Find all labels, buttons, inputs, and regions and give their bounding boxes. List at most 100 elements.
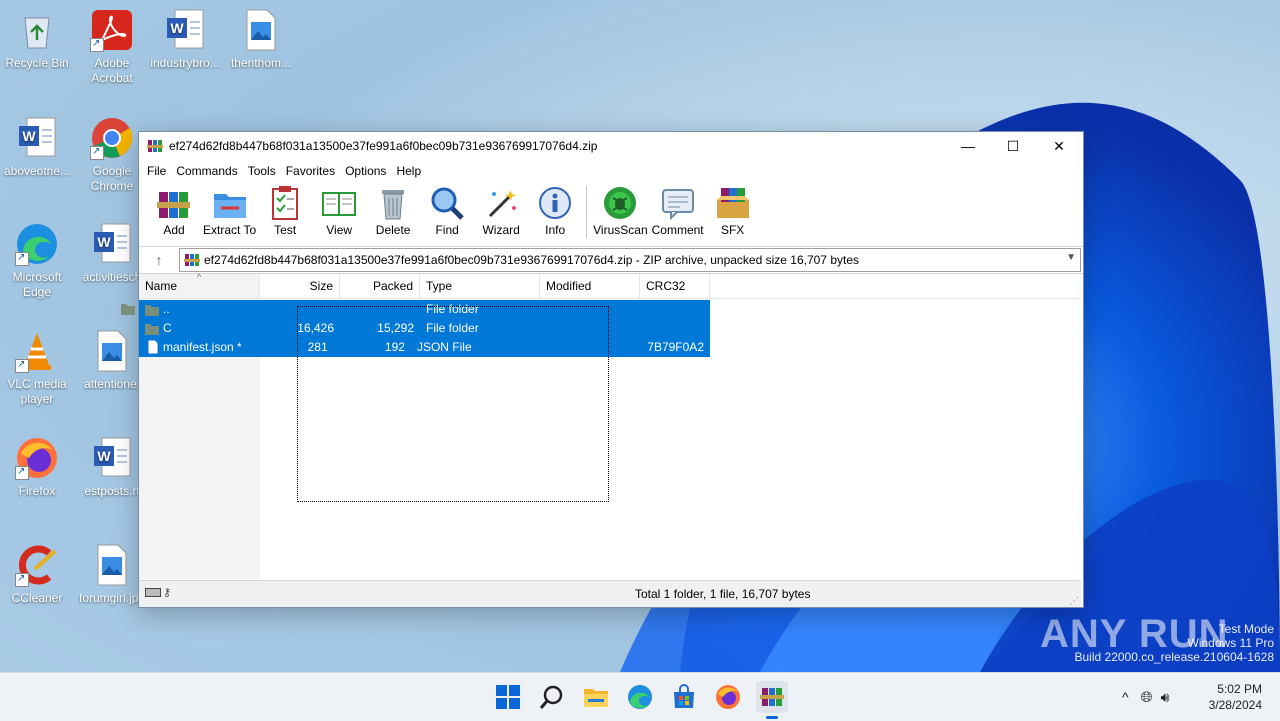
svg-text:W: W [97,448,111,464]
maximize-button[interactable]: ☐ [990,132,1036,160]
add-button[interactable]: Add [149,182,199,237]
taskbar: ^ 🌐︎ 🔊︎ 5:02 PM 3/28/2024 [0,672,1280,721]
path-combobox[interactable]: ef274d62fd8b447b68f031a13500e37fe991a6f0… [179,248,1081,272]
volume-icon[interactable]: 🔊︎ [1161,689,1170,706]
toolbar-label: Find [435,223,459,237]
view-button[interactable]: View [314,182,364,237]
taskbar-clock[interactable]: 5:02 PM 3/28/2024 [1209,681,1262,713]
desktop-icon-thenthom[interactable]: thenthom... [224,8,298,71]
cell-crc32 [640,300,710,319]
find-button[interactable]: Find [422,182,472,237]
title-bar[interactable]: ef274d62fd8b447b68f031a13500e37fe991a6f0… [139,132,1083,160]
virusscan-button[interactable]: VirusScan [593,182,648,237]
desktop-icon-firefox[interactable]: Firefox [0,436,74,499]
delete-button[interactable]: Delete [368,182,418,237]
status-text: Total 1 folder, 1 file, 16,707 bytes [635,587,811,601]
toolbar-separator [586,186,588,238]
column-size[interactable]: Size [260,274,340,298]
watermark-line: Build 22000.co_release.210604-1628 [1074,650,1275,664]
svg-text:W: W [170,20,184,36]
edge-taskbar-button[interactable] [624,681,656,713]
desktop-icon-ccleaner[interactable]: CCleaner [0,543,74,606]
sfx-button[interactable]: SFX [708,182,758,237]
column-packed[interactable]: Packed [340,274,420,298]
network-globe-icon[interactable]: 🌐︎ [1141,689,1153,706]
column-type[interactable]: Type [420,274,540,298]
desktop-icon-label: Microsoft Edge [12,270,62,299]
watermark-line: Test Mode [1218,622,1274,636]
winrar-icon [147,140,163,152]
desktop-icon-aboveothe[interactable]: W aboveothe... [0,116,74,179]
key-icon[interactable]: ⚷ [163,586,171,599]
start-icon [496,685,520,709]
folder-icon [145,324,159,335]
menu-file[interactable]: File [142,164,171,178]
menu-bar: File Commands Tools Favorites Options He… [139,160,1083,182]
search-icon [539,685,563,709]
address-bar: ↑ ef274d62fd8b447b68f031a13500e37fe991a6… [139,247,1083,274]
svg-text:W: W [22,128,36,144]
menu-help[interactable]: Help [391,164,426,178]
desktop-icon-industrybro[interactable]: W industrybro... [148,8,222,71]
menu-commands[interactable]: Commands [171,164,242,178]
wizard-button[interactable]: Wizard [476,182,526,237]
toolbar-label: Wizard [482,223,520,237]
extract-to-button[interactable]: Extract To [203,182,256,237]
desktop-icon-microsoft-edge[interactable]: Microsoft Edge [0,222,74,300]
desktop-icon-label: aboveothe... [3,164,71,178]
chevron-up-icon[interactable]: ^ [1122,689,1129,705]
toolbar-label: SFX [720,223,745,237]
toolbar: Add Extract To Test View Delete Find Wiz… [139,182,1083,247]
column-crc32[interactable]: CRC32 [640,274,710,298]
clock-date: 3/28/2024 [1208,698,1262,712]
desktop-icon-label: industrybro... [150,56,220,70]
winrar-taskbar-button[interactable] [756,681,788,719]
word-doc-icon: W [19,117,56,157]
test-clipboard-icon [272,186,299,220]
file-list[interactable]: Name Size Packed Type Modified CRC32 ^ .… [121,272,1081,579]
desktop-icon-label: CCleaner [11,591,63,605]
word-doc-icon: W [167,9,204,49]
cell-crc32 [640,319,710,338]
column-header: Name Size Packed Type Modified CRC32 [139,274,1081,299]
toolbar-label: VirusScan [593,223,648,237]
clock-time: 5:02 PM [1217,682,1262,696]
drive-icon[interactable] [145,588,161,597]
extract-folder-icon [213,194,246,218]
file-explorer-icon [584,689,608,707]
start-button[interactable] [492,681,524,713]
menu-options[interactable]: Options [340,164,391,178]
firefox-taskbar-button[interactable] [712,681,744,713]
column-modified[interactable]: Modified [540,274,640,298]
winrar-icon [760,688,784,706]
toolbar-label: Test [274,223,297,237]
winrar-window: ef274d62fd8b447b68f031a13500e37fe991a6f0… [121,131,1084,608]
comment-button[interactable]: Comment [652,182,704,237]
desktop-icon-vlc[interactable]: VLC media player [0,329,74,407]
file-explorer-button[interactable] [580,681,612,713]
toolbar-label: View [326,223,353,237]
toolbar-label: Extract To [203,223,257,237]
desktop-icon-adobe-acrobat[interactable]: Adobe Acrobat [75,8,149,86]
desktop-icon-label: Firefox [18,484,56,498]
info-button[interactable]: Info [530,182,580,237]
minimize-button[interactable]: — [945,132,991,160]
menu-favorites[interactable]: Favorites [281,164,340,178]
view-book-icon [322,192,357,216]
menu-tools[interactable]: Tools [243,164,281,178]
desktop-icon-recycle-bin[interactable]: Recycle Bin [0,8,74,71]
add-archive-icon [157,192,190,218]
up-arrow-icon[interactable]: ↑ [139,252,179,268]
chevron-down-icon[interactable]: ▼ [1066,252,1076,263]
window-title: ef274d62fd8b447b68f031a13500e37fe991a6f0… [169,139,598,153]
folder-icon [145,305,159,316]
close-button[interactable]: ✕ [1036,132,1082,160]
sfx-icon [716,188,749,218]
winrar-icon [184,254,200,266]
resize-grip-icon[interactable]: ⋰ [1069,596,1079,607]
search-button[interactable] [536,681,568,713]
desktop-icon-label: VLC media player [7,377,67,406]
test-button[interactable]: Test [260,182,310,237]
toolbar-label: Delete [375,223,411,237]
store-button[interactable] [668,681,700,713]
